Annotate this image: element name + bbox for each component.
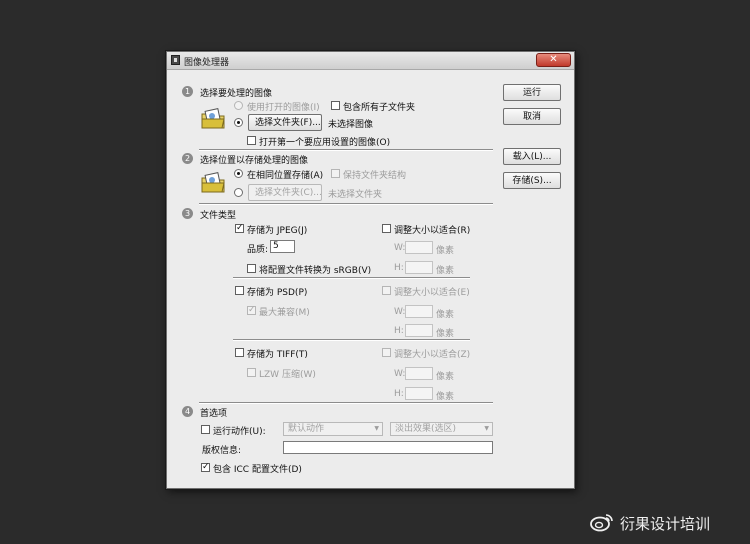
image-processor-dialog: 图像处理器 ✕ 运行 取消 载入(L)... 存储(S)... 1 选择要处理的…	[166, 51, 575, 489]
load-button[interactable]: 载入(L)...	[503, 148, 561, 165]
run-action-label: 运行动作(U):	[213, 427, 266, 437]
jpeg-separator	[233, 277, 470, 279]
section-2-number: 2	[182, 153, 193, 164]
tiff-width-unit: 像素	[436, 372, 455, 382]
section-3-number: 3	[182, 208, 193, 219]
save-as-jpeg-label: 存储为 JPEG(J)	[247, 226, 308, 236]
jpeg-height-label: H:	[394, 263, 404, 273]
open-first-image-label: 打开第一个要应用设置的图像(O)	[259, 138, 391, 148]
save-as-tiff-label: 存储为 TIFF(T)	[247, 350, 308, 360]
convert-srgb-checkbox[interactable]	[247, 264, 256, 273]
save-as-jpeg-checkbox[interactable]: ✓	[235, 224, 244, 233]
save-as-psd-label: 存储为 PSD(P)	[247, 288, 308, 298]
include-subfolders-label: 包含所有子文件夹	[343, 103, 416, 113]
action-value: 淡出效果(选区)	[395, 424, 457, 434]
open-first-image-checkbox[interactable]	[247, 136, 256, 145]
section-3-title: 文件类型	[200, 211, 237, 221]
section-1-title: 选择要处理的图像	[200, 89, 273, 99]
save-as-psd-checkbox[interactable]	[235, 286, 244, 295]
chevron-down-icon: ▼	[374, 425, 379, 432]
copyright-label: 版权信息:	[202, 446, 242, 456]
save-as-tiff-checkbox[interactable]	[235, 348, 244, 357]
include-icc-label: 包含 ICC 配置文件(D)	[213, 465, 302, 475]
same-location-radio[interactable]	[234, 169, 243, 178]
section-4-title: 首选项	[200, 409, 228, 419]
run-action-checkbox[interactable]	[201, 425, 210, 434]
action-select[interactable]: 淡出效果(选区) ▼	[390, 422, 493, 436]
jpeg-height-unit: 像素	[436, 266, 455, 276]
tiff-width-label: W:	[394, 369, 406, 379]
keep-folder-structure-checkbox[interactable]	[331, 169, 340, 178]
psd-resize-checkbox[interactable]	[382, 286, 391, 295]
cancel-button[interactable]: 取消	[503, 108, 561, 125]
folder-with-image-icon	[201, 108, 225, 129]
psd-width-unit: 像素	[436, 310, 455, 320]
select-source-folder-button[interactable]: 选择文件夹(F)...	[248, 114, 322, 131]
tiff-height-input[interactable]	[405, 387, 433, 400]
watermark-text: 衍果设计培训	[620, 515, 711, 533]
jpeg-width-input[interactable]	[405, 241, 433, 254]
action-set-select[interactable]: 默认动作 ▼	[283, 422, 383, 436]
window-title: 图像处理器	[184, 58, 230, 68]
max-compatibility-checkbox[interactable]: ✓	[247, 306, 256, 315]
action-set-value: 默认动作	[288, 424, 325, 434]
folder-with-image-icon	[201, 172, 225, 193]
no-folder-selected-text: 未选择文件夹	[328, 190, 383, 200]
tiff-height-label: H:	[394, 389, 404, 399]
psd-width-label: W:	[394, 307, 406, 317]
lzw-compression-checkbox[interactable]	[247, 368, 256, 377]
close-button[interactable]: ✕	[536, 53, 571, 67]
psd-height-input[interactable]	[405, 324, 433, 337]
psd-height-label: H:	[394, 326, 404, 336]
psd-width-input[interactable]	[405, 305, 433, 318]
section-1-separator	[199, 149, 493, 151]
jpeg-height-input[interactable]	[405, 261, 433, 274]
select-destination-radio[interactable]	[234, 188, 243, 197]
chevron-down-icon: ▼	[484, 425, 489, 432]
select-folder-radio[interactable]	[234, 118, 243, 127]
use-open-images-radio[interactable]	[234, 101, 243, 110]
jpeg-width-label: W:	[394, 243, 406, 253]
tiff-height-unit: 像素	[436, 392, 455, 402]
include-icc-checkbox[interactable]: ✓	[201, 463, 210, 472]
lzw-compression-label: LZW 压缩(W)	[259, 370, 316, 380]
tiff-width-input[interactable]	[405, 367, 433, 380]
title-bar[interactable]: 图像处理器 ✕	[167, 52, 574, 70]
section-2-separator	[199, 203, 493, 205]
jpeg-resize-checkbox[interactable]	[382, 224, 391, 233]
same-location-label: 在相同位置存储(A)	[247, 171, 324, 181]
quality-label: 品质:	[247, 245, 269, 255]
weibo-logo-icon	[590, 514, 613, 532]
tiff-resize-label: 调整大小以适合(Z)	[394, 350, 471, 360]
copyright-input[interactable]	[283, 441, 493, 454]
select-destination-folder-button[interactable]: 选择文件夹(C)...	[248, 184, 322, 201]
section-3-separator	[199, 402, 493, 404]
section-1-number: 1	[182, 86, 193, 97]
section-2-title: 选择位置以存储处理的图像	[200, 156, 309, 166]
use-open-images-label: 使用打开的图像(I)	[247, 103, 320, 113]
no-images-selected-text: 未选择图像	[328, 120, 374, 130]
jpeg-width-unit: 像素	[436, 246, 455, 256]
psd-resize-label: 调整大小以适合(E)	[394, 288, 470, 298]
tiff-resize-checkbox[interactable]	[382, 348, 391, 357]
run-button[interactable]: 运行	[503, 84, 561, 101]
section-4-number: 4	[182, 406, 193, 417]
keep-folder-structure-label: 保持文件夹结构	[343, 171, 407, 181]
save-settings-button[interactable]: 存储(S)...	[503, 172, 561, 189]
quality-input[interactable]: 5	[270, 240, 295, 253]
psd-separator	[233, 339, 470, 341]
max-compatibility-label: 最大兼容(M)	[259, 308, 310, 318]
include-subfolders-checkbox[interactable]	[331, 101, 340, 110]
psd-height-unit: 像素	[436, 329, 455, 339]
jpeg-resize-label: 调整大小以适合(R)	[394, 226, 471, 236]
photoshop-window-icon	[171, 55, 180, 65]
convert-srgb-label: 将配置文件转换为 sRGB(V)	[259, 266, 372, 276]
